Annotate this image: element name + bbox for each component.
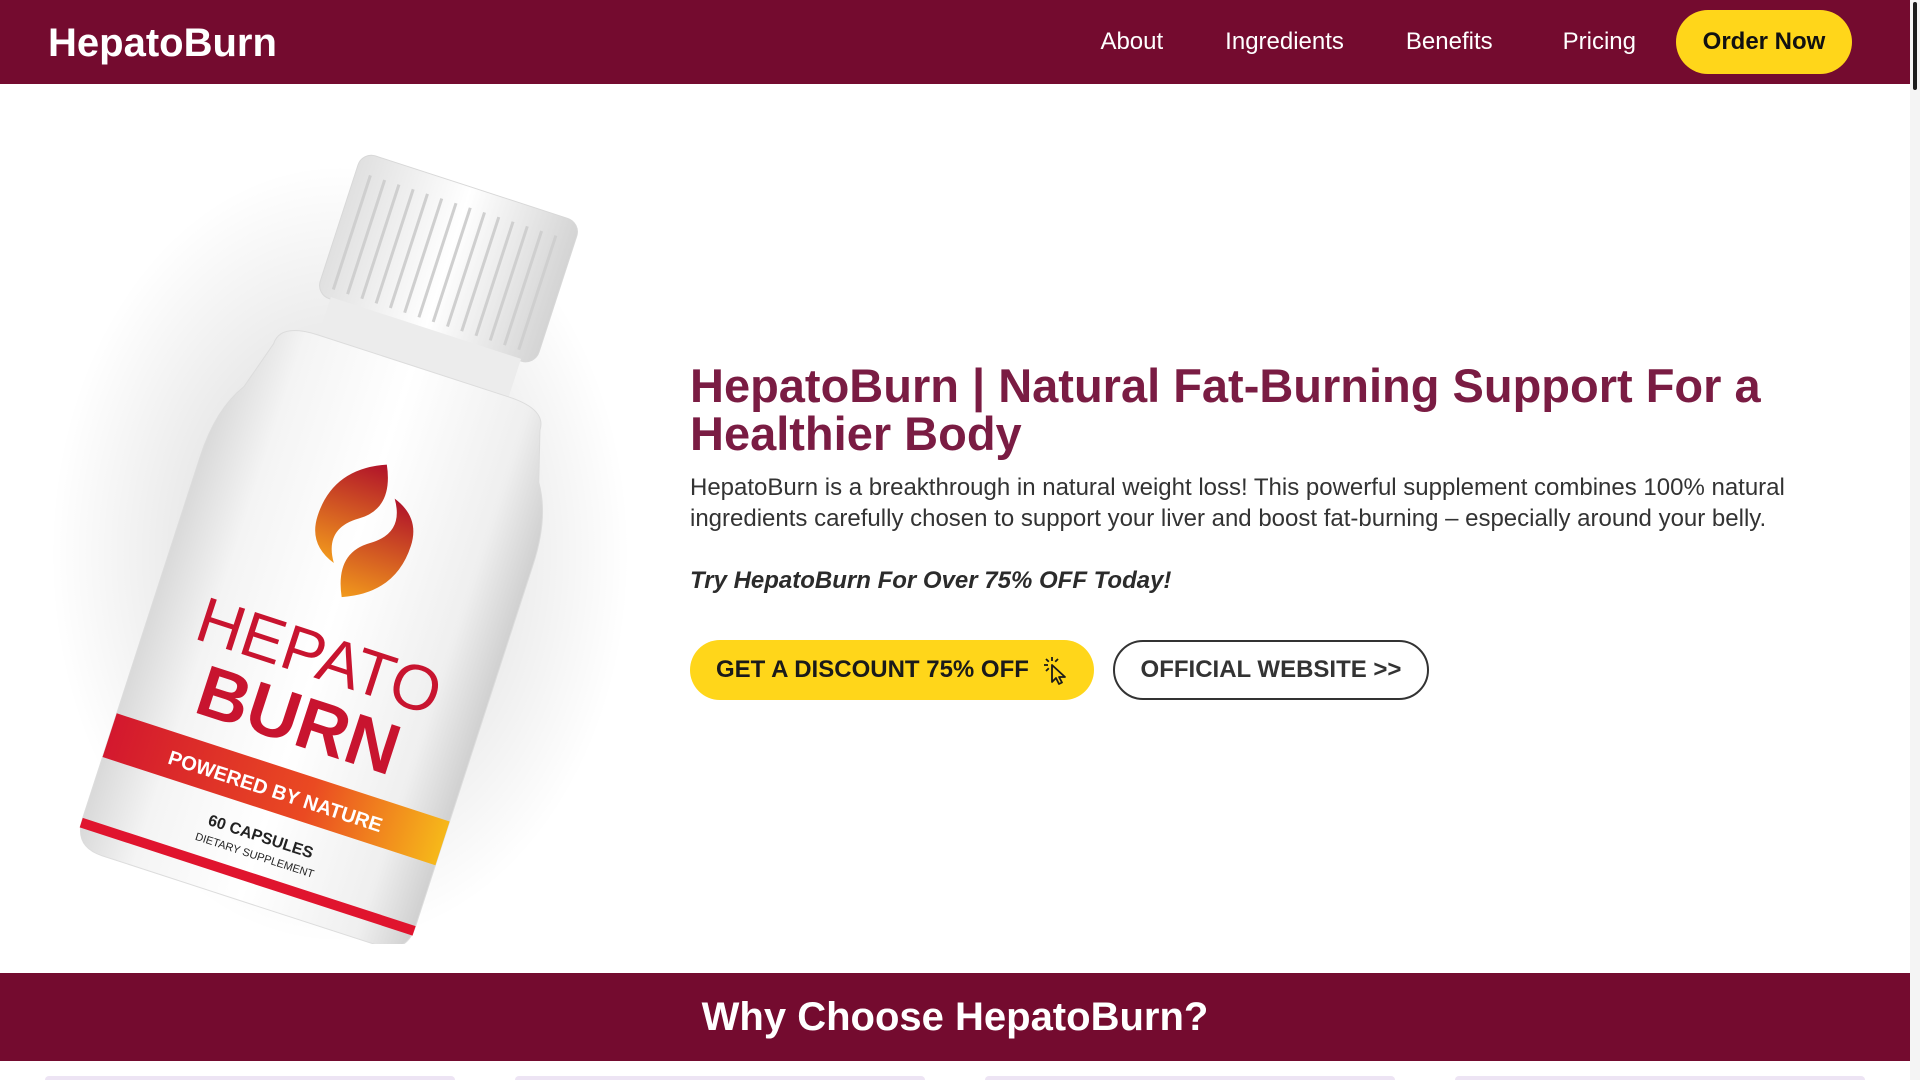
product-bottle-image: HEPATO BURN POWERED BY NATURE 60 CAPSULE…	[40, 124, 640, 949]
feature-card	[45, 1076, 455, 1080]
why-choose-title: Why Choose HepatoBurn?	[701, 994, 1209, 1039]
hero-title: HepatoBurn | Natural Fat-Burning Support…	[690, 359, 1761, 460]
main-nav: About Ingredients Benefits Pricing Order…	[1100, 0, 1852, 84]
pointer-click-icon	[1043, 657, 1066, 685]
feature-cards-row	[0, 1076, 1910, 1080]
feature-card	[985, 1076, 1395, 1080]
hero-cta-text: Try HepatoBurn For Over 75% OFF Today!	[690, 567, 1172, 594]
nav-ingredients-link[interactable]: Ingredients	[1225, 28, 1344, 56]
nav-benefits-link[interactable]: Benefits	[1406, 28, 1493, 56]
order-now-button[interactable]: Order Now	[1676, 10, 1852, 74]
why-choose-section: Why Choose HepatoBurn?	[0, 973, 1910, 1061]
site-logo[interactable]: HepatoBurn	[48, 21, 277, 66]
scrollbar-thumb[interactable]	[1913, 2, 1917, 90]
hero-button-row: GET A DISCOUNT 75% OFF OFFICIAL WEBSITE …	[690, 640, 1830, 700]
hero-section: HEPATO BURN POWERED BY NATURE 60 CAPSULE…	[0, 84, 1910, 973]
discount-button-label: GET A DISCOUNT 75% OFF	[716, 656, 1029, 683]
feature-card	[1455, 1076, 1865, 1080]
hero-description: HepatoBurn is a breakthrough in natural …	[690, 474, 1785, 532]
site-header: HepatoBurn About Ingredients Benefits Pr…	[0, 0, 1910, 84]
nav-pricing-link[interactable]: Pricing	[1563, 28, 1636, 56]
official-website-button[interactable]: OFFICIAL WEBSITE >>	[1113, 640, 1429, 700]
get-discount-button[interactable]: GET A DISCOUNT 75% OFF	[690, 640, 1094, 700]
hero-text-block: HepatoBurn | Natural Fat-Burning Support…	[690, 362, 1830, 700]
page-scrollbar[interactable]	[1910, 0, 1920, 1080]
nav-about-link[interactable]: About	[1100, 28, 1163, 56]
feature-card	[515, 1076, 925, 1080]
